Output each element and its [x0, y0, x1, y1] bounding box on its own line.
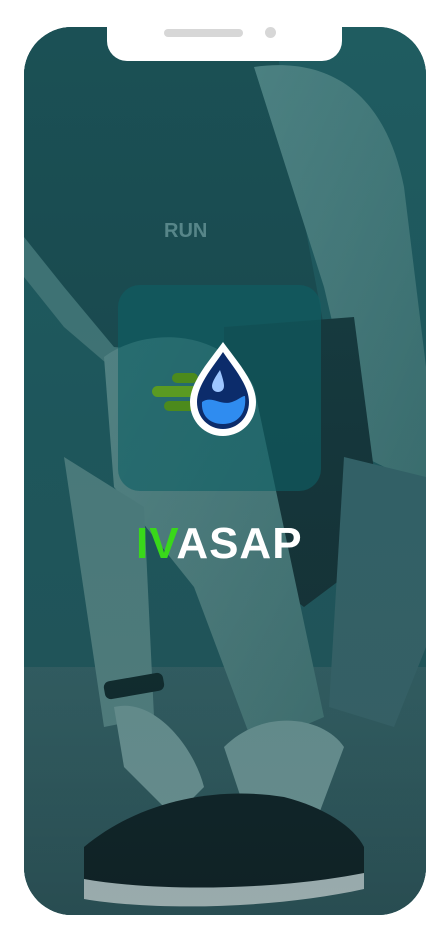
front-camera [265, 27, 276, 38]
brand-suffix: ASAP [176, 519, 303, 568]
brand-prefix: IV [136, 519, 177, 568]
water-drop-speed-icon [152, 342, 256, 436]
speaker-grille [164, 29, 243, 37]
app-brand-name: IVASAP [136, 518, 303, 570]
